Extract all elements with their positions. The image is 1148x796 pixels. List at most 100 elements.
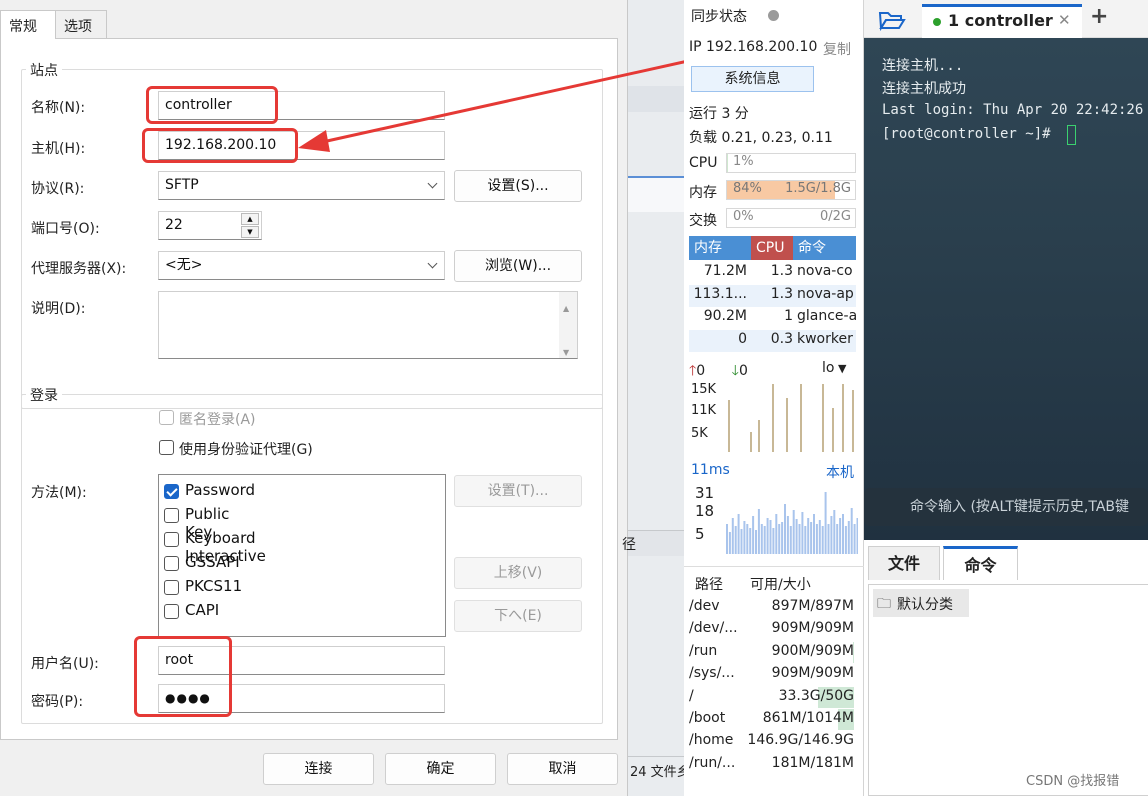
disk-path: /	[689, 687, 694, 704]
copy-link[interactable]: 复制	[823, 39, 851, 59]
proc-mem: 90.2M	[703, 308, 747, 324]
disk-header-path[interactable]: 路径	[695, 574, 723, 594]
sysinfo-button[interactable]: 系统信息	[691, 66, 814, 92]
latency-bar	[856, 518, 858, 554]
latency-bar	[827, 524, 830, 554]
iface-value: lo	[822, 360, 835, 376]
mem-size: 1.5G/1.8G	[785, 181, 851, 196]
latency-bar	[731, 518, 734, 554]
proc-header-mem[interactable]: 内存	[689, 236, 751, 260]
command-input[interactable]: 命令输入 (按ALT键提示历史,TAB键	[864, 488, 1148, 526]
net-tick-2: 5K	[691, 426, 708, 441]
latency-value: 11ms	[691, 462, 730, 478]
latency-bar	[807, 518, 810, 554]
latency-bar	[766, 518, 769, 554]
latency-bar	[847, 521, 850, 554]
disk-size: 900M/909M	[771, 642, 854, 659]
disk-usage: 861M/1014M	[746, 709, 854, 730]
latency-tick-2: 5	[695, 525, 705, 543]
ip-address: IP 192.168.200.10	[689, 39, 818, 55]
disk-path: /run/...	[689, 754, 736, 771]
tab-commands[interactable]: 命令	[943, 546, 1018, 580]
proc-cpu: 1.3	[770, 285, 793, 302]
latency-bar	[746, 524, 749, 554]
proc-header-cpu[interactable]: CPU	[751, 236, 793, 260]
mem-label: 内存	[689, 185, 717, 201]
term-line-3: [root@controller ~]#	[882, 126, 1060, 142]
cpu-label: CPU	[689, 155, 718, 171]
iface-select[interactable]: lo ▼	[822, 360, 846, 376]
bottom-panel: 文件 命令 🗀 默认分类 CSDN @找报错	[864, 540, 1148, 796]
latency-bar	[755, 530, 757, 554]
latency-bar	[726, 524, 728, 554]
upload-value: 0	[696, 363, 706, 379]
latency-bar	[792, 510, 795, 554]
latency-bar	[772, 528, 775, 554]
tab-files[interactable]: 文件	[868, 546, 940, 580]
term-line-0: 连接主机...	[882, 58, 964, 74]
disk-usage: 181M/181M	[746, 754, 854, 775]
latency-bar	[789, 526, 792, 554]
latency-bar	[781, 522, 784, 554]
latency-bar	[830, 516, 833, 554]
proc-cmd: nova-ap	[797, 285, 854, 302]
folder-icon: 🗀	[877, 596, 891, 612]
latency-bar	[757, 509, 760, 554]
latency-bar	[778, 524, 781, 554]
chevron-down-icon: ▼	[834, 362, 847, 375]
latency-bar	[801, 512, 804, 554]
latency-bar	[769, 520, 772, 554]
download-arrow-icon: 🡓	[731, 363, 739, 379]
proc-row[interactable]: 113.1... 1.3 nova-ap	[689, 284, 856, 307]
latency-bar	[821, 526, 824, 554]
proc-cpu: 0.3	[770, 330, 793, 347]
system-monitor: 同步状态 IP 192.168.200.10 复制 系统信息 运行 3 分 负载…	[684, 0, 864, 796]
latency-bar	[734, 526, 737, 554]
terminal-tab[interactable]: 1 controller ✕	[922, 4, 1082, 38]
add-tab-icon[interactable]: +	[1090, 4, 1108, 29]
disk-size: 909M/909M	[771, 620, 854, 637]
latency-host[interactable]: 本机	[826, 462, 854, 482]
latency-bar	[836, 524, 839, 554]
latency-bar	[824, 492, 827, 554]
folder-open-icon[interactable]	[878, 9, 906, 31]
tab-general[interactable]: 常规	[0, 10, 56, 39]
latency-bar	[763, 526, 766, 554]
proc-row[interactable]: 0 0.3 kworker	[689, 329, 856, 352]
disk-header-size[interactable]: 可用/大小	[750, 574, 811, 594]
proc-header-cmd[interactable]: 命令	[793, 236, 856, 260]
terminal-area[interactable]: 连接主机... 连接主机成功 Last login: Thu Apr 20 22…	[864, 38, 1148, 540]
disk-usage: 909M/909M	[746, 619, 854, 640]
arrow-head	[298, 130, 330, 152]
latency-bar	[752, 516, 755, 554]
proc-mem: 0	[738, 330, 747, 347]
disk-usage: 146.9G/146.9G	[746, 731, 854, 752]
tree-item-default[interactable]: 🗀 默认分类	[873, 589, 969, 617]
command-tree: 🗀 默认分类	[868, 584, 1148, 796]
latency-bar	[844, 526, 847, 554]
latency-bar	[839, 518, 842, 554]
swap-text: 0%	[733, 209, 754, 224]
mem-bar: 84% 1.5G/1.8G	[726, 180, 856, 200]
latency-bar	[850, 508, 853, 554]
disk-path: /dev	[689, 598, 720, 614]
latency-tick-1: 18	[695, 502, 715, 520]
latency-bar	[842, 514, 844, 554]
proc-row[interactable]: 71.2M 1.3 nova-co	[689, 262, 856, 284]
sync-status: 同步状态	[691, 9, 747, 25]
latency-bar	[833, 510, 836, 554]
disk-size: 861M/1014M	[762, 710, 854, 726]
latency-tick-0: 31	[695, 484, 715, 502]
proc-cmd: kworker	[797, 330, 853, 347]
cpu-fill	[727, 154, 729, 172]
disk-size: 181M/181M	[771, 754, 854, 771]
close-tab-icon[interactable]: ✕	[1058, 11, 1071, 29]
uptime: 运行 3 分	[689, 106, 749, 122]
latency-bar	[804, 526, 807, 554]
latency-bar	[784, 504, 786, 554]
net-chart-bars	[728, 384, 854, 452]
proc-row[interactable]: 90.2M 1 glance-a	[689, 307, 857, 329]
latency-bar	[798, 524, 801, 554]
proc-cpu: 1	[784, 308, 793, 324]
latency-bar	[815, 524, 818, 554]
